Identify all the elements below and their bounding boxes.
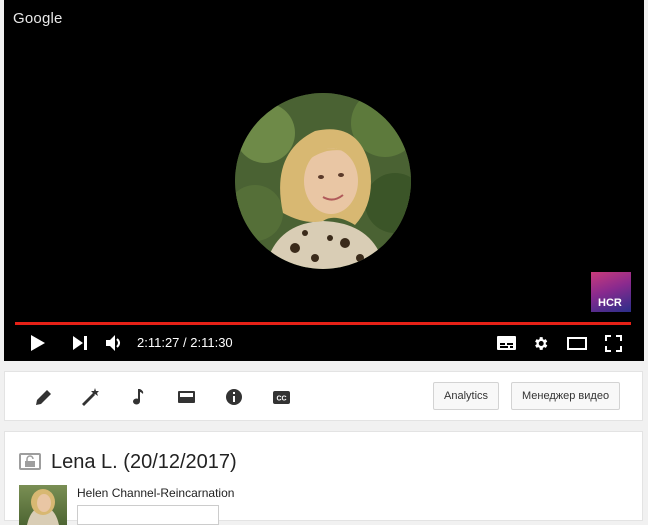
subscribe-box[interactable] (77, 505, 219, 525)
subtitles-button[interactable] (494, 330, 518, 356)
video-info-card: Lena L. (20/12/2017) Helen Channel-Reinc… (4, 431, 643, 525)
channel-name-link[interactable]: Helen Channel-Reincarnation (77, 486, 234, 500)
audio-button[interactable] (127, 386, 149, 408)
video-thumbnail-portrait (235, 93, 411, 269)
progress-bar-fill (15, 322, 631, 325)
video-edit-toolbar: CC Analytics Менеджер видео (4, 371, 643, 421)
volume-icon (106, 335, 120, 351)
video-manager-button[interactable]: Менеджер видео (511, 382, 621, 410)
pencil-icon (36, 390, 51, 405)
magic-wand-icon (82, 388, 99, 406)
enhancements-button[interactable] (80, 386, 102, 408)
theater-mode-button[interactable] (564, 330, 590, 356)
fullscreen-button[interactable] (601, 330, 625, 356)
music-note-icon (133, 389, 144, 405)
edit-button[interactable] (33, 386, 55, 408)
svg-text:CC: CC (276, 395, 286, 402)
subtitles-icon (496, 336, 516, 350)
settings-gear-icon (534, 336, 547, 350)
next-button[interactable] (68, 330, 92, 356)
subtitles-cc-button[interactable]: CC (270, 386, 292, 408)
play-icon (31, 335, 45, 351)
google-watermark: Google (13, 10, 63, 27)
next-icon (73, 336, 87, 350)
fullscreen-icon (604, 334, 622, 352)
time-display: 2:11:27 / 2:11:30 (137, 335, 233, 350)
channel-avatar[interactable] (19, 485, 67, 525)
cc-icon: CC (272, 390, 290, 404)
theater-mode-icon (567, 336, 587, 350)
settings-button[interactable] (528, 330, 552, 356)
video-title: Lena L. (20/12/2017) (51, 451, 237, 473)
analytics-button[interactable]: Analytics (433, 382, 500, 410)
info-icon (226, 389, 242, 405)
end-screen-icon (177, 391, 195, 403)
volume-button[interactable] (102, 330, 126, 356)
channel-watermark-text: HCR (598, 297, 622, 309)
channel-watermark-logo[interactable]: HCR (591, 272, 631, 312)
end-screen-button[interactable] (175, 386, 197, 408)
info-settings-button[interactable] (223, 386, 245, 408)
progress-bar[interactable] (15, 322, 631, 325)
privacy-lock-icon (19, 453, 41, 470)
video-player[interactable]: Google HCR 2:11:27 / 2:11:30 (4, 0, 644, 361)
play-button[interactable] (26, 330, 50, 356)
